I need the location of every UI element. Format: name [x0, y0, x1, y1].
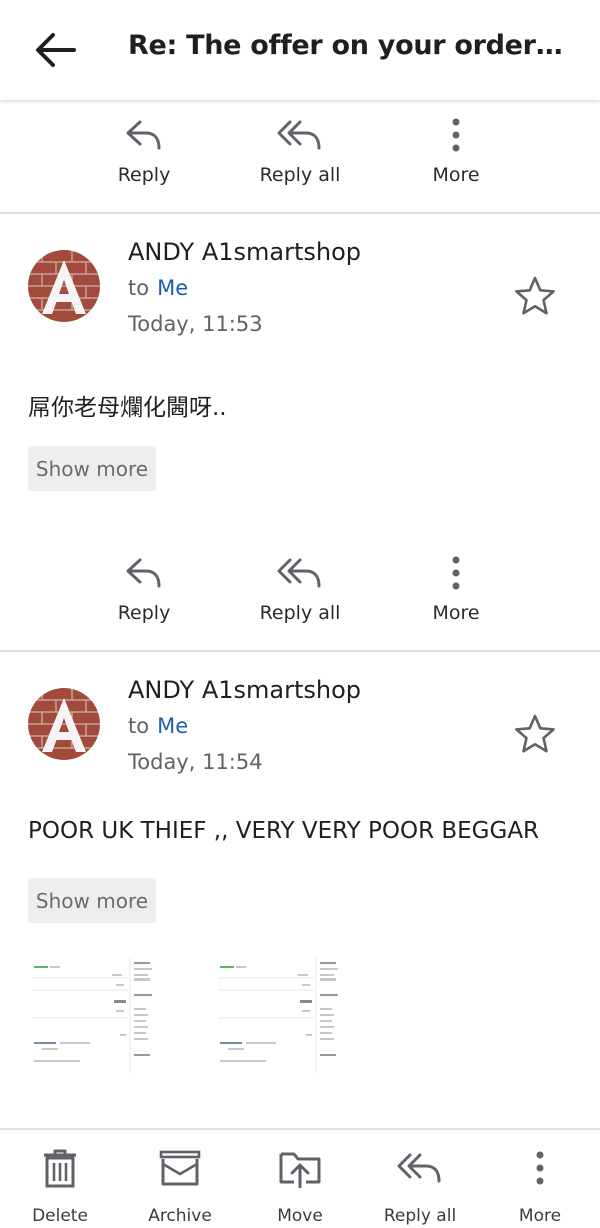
trash-icon — [44, 1149, 76, 1188]
recipient-name[interactable]: Me — [157, 276, 188, 300]
avatar[interactable] — [28, 688, 100, 760]
more-label: More — [432, 602, 480, 624]
arrow-left-icon — [36, 33, 76, 67]
reply-all-label: Reply all — [259, 164, 341, 186]
show-more-button[interactable]: Show more — [28, 446, 156, 491]
more-toolbar-button[interactable]: More — [480, 1144, 600, 1228]
email-subject-title: Re: The offer on your order is a... — [128, 30, 568, 61]
recipient-line: to Me — [128, 714, 188, 738]
attachment-thumbnail[interactable] — [218, 958, 340, 1073]
message-item: ANDY A1smartshop to Me Today, 11:54 POOR … — [0, 652, 600, 1128]
reply-label: Reply — [117, 164, 171, 186]
star-outline-icon — [515, 276, 555, 315]
reply-all-label: Reply all — [383, 1206, 457, 1226]
more-vertical-icon — [536, 1151, 544, 1185]
recipient-line: to Me — [128, 276, 188, 300]
archive-icon — [159, 1150, 201, 1186]
more-button[interactable]: More — [396, 110, 516, 200]
more-label: More — [432, 164, 480, 186]
reply-button[interactable]: Reply — [84, 548, 204, 638]
back-button[interactable] — [30, 26, 80, 74]
move-icon — [279, 1152, 321, 1188]
reply-label: Reply — [117, 602, 171, 624]
bottom-toolbar: Delete Archive Move Reply all More — [0, 1128, 600, 1228]
more-vertical-icon — [452, 556, 460, 590]
message-actions: Reply Reply all More — [0, 110, 600, 200]
recipient-name[interactable]: Me — [157, 714, 188, 738]
reply-all-label: Reply all — [259, 602, 341, 624]
sender-name: ANDY A1smartshop — [128, 238, 362, 266]
app-header: Re: The offer on your order is a... — [0, 0, 600, 100]
more-button[interactable]: More — [396, 548, 516, 638]
avatar[interactable] — [28, 250, 100, 322]
star-button[interactable] — [513, 274, 557, 318]
star-button[interactable] — [513, 712, 557, 756]
reply-icon — [126, 120, 161, 150]
sender-name: ANDY A1smartshop — [128, 676, 362, 704]
message-body: POOR UK THIEF ,, VERY VERY POOR BEGGAR — [28, 818, 540, 844]
attachment-thumbnail[interactable] — [32, 958, 154, 1073]
move-button[interactable]: Move — [240, 1144, 360, 1228]
message-body: 屌你老母爛化閪呀.. — [28, 395, 227, 421]
reply-all-icon — [277, 558, 321, 588]
delete-button[interactable]: Delete — [0, 1144, 120, 1228]
reply-all-button[interactable]: Reply all — [240, 110, 360, 200]
message-item: ANDY A1smartshop to Me Today, 11:53 屌你老母爛… — [0, 214, 600, 650]
message-timestamp: Today, 11:53 — [128, 312, 263, 336]
reply-icon — [126, 558, 161, 588]
reply-all-icon — [397, 1153, 441, 1183]
archive-button[interactable]: Archive — [120, 1144, 240, 1228]
more-vertical-icon — [452, 118, 460, 152]
reply-all-toolbar-button[interactable]: Reply all — [360, 1144, 480, 1228]
to-prefix: to — [128, 714, 150, 738]
message-timestamp: Today, 11:54 — [128, 750, 263, 774]
more-label: More — [518, 1206, 562, 1226]
star-outline-icon — [515, 714, 555, 753]
reply-all-icon — [277, 120, 321, 150]
show-more-button[interactable]: Show more — [28, 878, 156, 923]
to-prefix: to — [128, 276, 150, 300]
archive-label: Archive — [148, 1206, 212, 1226]
message-actions: Reply Reply all More — [0, 548, 600, 638]
delete-label: Delete — [32, 1206, 88, 1226]
reply-button[interactable]: Reply — [84, 110, 204, 200]
move-label: Move — [277, 1206, 323, 1226]
reply-all-button[interactable]: Reply all — [240, 548, 360, 638]
